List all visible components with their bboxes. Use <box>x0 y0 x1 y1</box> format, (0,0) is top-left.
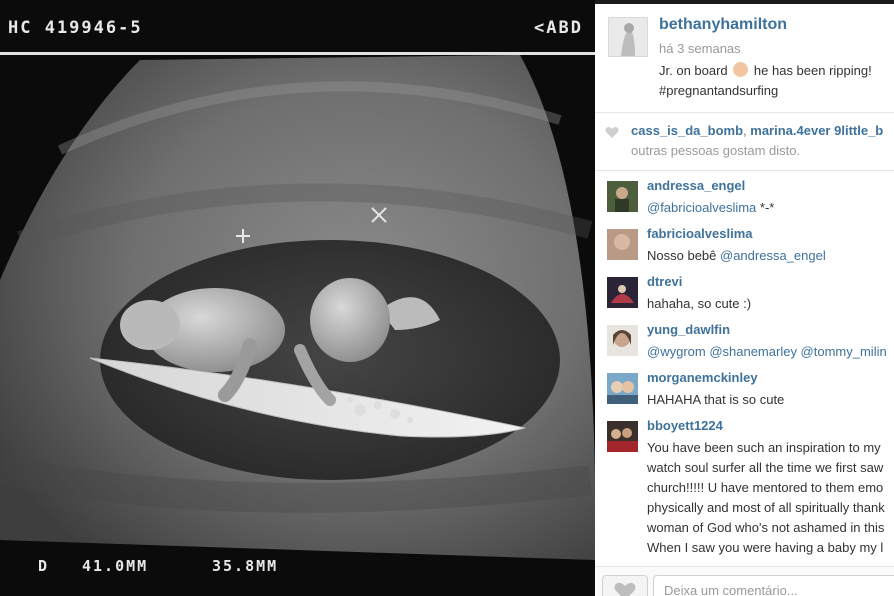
ultrasound-measurement-1: 41.0MM <box>82 557 149 575</box>
comment-item: andressa_engel @fabricioalveslima *-* <box>595 176 894 224</box>
liker-3[interactable]: 9little_b <box>834 123 883 138</box>
comment-username[interactable]: dtrevi <box>647 274 682 289</box>
caption-text-2: he has been ripping! <box>753 63 872 78</box>
comment-line: When I saw you were having a baby my l <box>647 540 884 555</box>
post-photo[interactable]: HC 419946-5 <ABD D 41.0MM 35.8MM <box>0 0 595 596</box>
post-sidebar: bethanyhamilton há 3 semanas Jr. on boar… <box>595 4 894 596</box>
comment-username[interactable]: morganemckinley <box>647 370 758 385</box>
baby-emoji-icon <box>733 62 749 77</box>
post-caption: Jr. on board he has been ripping! #pregn… <box>659 61 891 101</box>
caption-hashtag[interactable]: #pregnantandsurfing <box>659 83 778 98</box>
comment-item: morganemckinley HAHAHA that is so cute <box>595 368 894 416</box>
likes-section: cass_is_da_bomb, marina.4ever 9little_b … <box>595 118 894 168</box>
comment-text: You have been such an inspiration to my … <box>647 438 885 558</box>
liker-2[interactable]: marina.4ever <box>750 123 830 138</box>
comment-item: yung_dawlfin @wygrom @shanemarley @tommy… <box>595 320 894 368</box>
commenter-avatar-image <box>607 421 638 452</box>
divider <box>595 170 894 171</box>
commenter-avatar-image <box>607 229 638 260</box>
comment-item: dtrevi hahaha, so cute :) <box>595 272 894 320</box>
comment-text-part: *-* <box>756 200 775 215</box>
owner-avatar-image <box>609 18 647 56</box>
commenter-avatar-image <box>607 373 638 404</box>
comment-text: Nosso bebê @andressa_engel <box>647 246 826 266</box>
commenter-avatar-image <box>607 325 638 356</box>
post-timestamp[interactable]: há 3 semanas <box>659 41 741 56</box>
like-button[interactable] <box>602 575 648 596</box>
ultrasound-depth-label: D <box>38 557 50 575</box>
ultrasound-image <box>0 0 595 596</box>
comment-item: fabricioalveslima Nosso bebê @andressa_e… <box>595 224 894 272</box>
comment-text: HAHAHA that is so cute <box>647 392 785 407</box>
comment-text-part: Nosso bebê <box>647 248 720 263</box>
comment-text: hahaha, so cute :) <box>647 296 752 311</box>
commenter-avatar-image <box>607 181 638 212</box>
comment-mention[interactable]: @fabricioalveslima <box>647 200 756 215</box>
ultrasound-measurement-2: 35.8MM <box>212 557 279 575</box>
comment-line: physically and most of all spiritually t… <box>647 500 885 515</box>
commenter-avatar[interactable] <box>607 325 638 356</box>
commenter-avatar[interactable] <box>607 277 638 308</box>
comment-username[interactable]: fabricioalveslima <box>647 226 753 241</box>
owner-avatar[interactable] <box>608 17 648 57</box>
commenter-avatar[interactable] <box>607 373 638 404</box>
comment-text: @fabricioalveslima *-* <box>647 198 774 218</box>
likers-list: cass_is_da_bomb, marina.4ever 9little_b <box>631 123 883 138</box>
commenter-avatar[interactable] <box>607 181 638 212</box>
ultrasound-patient-id: HC 419946-5 <box>8 18 143 38</box>
likes-suffix: outras pessoas gostam disto. <box>631 143 801 158</box>
comment-mentions[interactable]: @wygrom @shanemarley @tommy_milin <box>647 342 887 362</box>
heart-icon <box>614 582 636 596</box>
divider <box>595 112 894 113</box>
comments-list: andressa_engel @fabricioalveslima *-* fa… <box>595 176 894 566</box>
comment-footer <box>595 566 894 596</box>
caption-text-1: Jr. on board <box>659 63 728 78</box>
comment-line: woman of God who's not ashamed in this <box>647 520 885 535</box>
commenter-avatar-image <box>607 277 638 308</box>
commenter-avatar[interactable] <box>607 421 638 452</box>
commenter-avatar[interactable] <box>607 229 638 260</box>
comment-line: You have been such an inspiration to my <box>647 440 881 455</box>
comment-username[interactable]: andressa_engel <box>647 178 745 193</box>
post-header: bethanyhamilton há 3 semanas Jr. on boar… <box>595 4 894 112</box>
liker-1[interactable]: cass_is_da_bomb <box>631 123 743 138</box>
comment-item: bboyett1224 You have been such an inspir… <box>595 416 894 566</box>
comment-mention[interactable]: @andressa_engel <box>720 248 826 263</box>
comment-line: church!!!!! U have mentored to them emo <box>647 480 884 495</box>
heart-icon <box>605 127 619 138</box>
comment-username[interactable]: bboyett1224 <box>647 418 723 433</box>
ultrasound-region-label: <ABD <box>534 18 583 38</box>
comment-line: watch soul surfer all the time we first … <box>647 460 884 475</box>
comment-input[interactable] <box>653 575 894 596</box>
liker-separator: , <box>743 123 747 138</box>
comment-username[interactable]: yung_dawlfin <box>647 322 730 337</box>
owner-username[interactable]: bethanyhamilton <box>659 16 787 34</box>
